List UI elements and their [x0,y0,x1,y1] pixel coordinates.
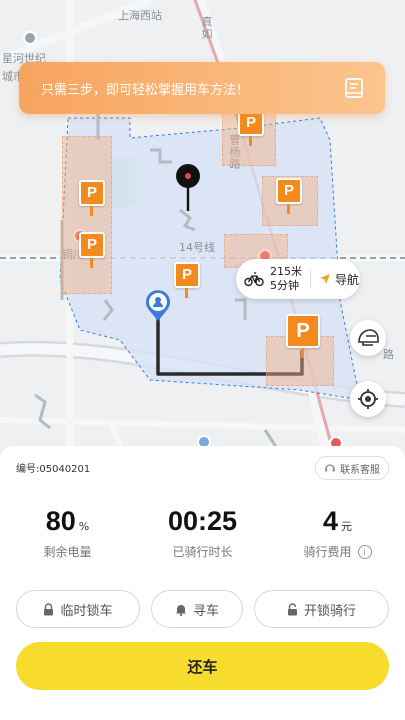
temp-lock-button[interactable]: 临时锁车 [16,590,140,628]
map-view[interactable]: 上海西站 真如 星河世纪 城市 曹杨路 14号线 铜川 路 P P P P P … [0,0,405,470]
return-bike-button[interactable]: 还车 [16,642,389,690]
unlock-ride-label: 开锁骑行 [303,603,356,619]
find-bike-button[interactable]: 寻车 [151,590,243,628]
map-label-line14: 14号线 [179,241,215,254]
parking-icon: P [79,232,105,258]
map-label-right-edge: 路 [383,348,394,361]
helmet-button[interactable] [350,320,386,356]
battery-stat: 80% 剩余电量 [0,506,135,560]
navigate-button[interactable]: 导航 [319,271,359,288]
route-distance: 215米 [270,265,302,278]
user-location-icon [146,290,170,321]
find-bike-label: 寻车 [192,603,219,619]
parking-icon: P [174,262,200,288]
map-label-road-top: 真如 [200,16,213,40]
fee-stat: 4元 骑行费用 i [270,506,405,560]
route-duration: 5分钟 [270,279,299,292]
map-label-station: 上海西站 [118,9,162,22]
guide-banner-text: 只需三步，即可轻松掌握用车方法！ [41,82,250,98]
route-info: 215米 5分钟 [270,265,302,293]
divider [310,270,311,288]
navigate-label: 导航 [335,272,360,287]
contact-service-button[interactable]: 联系客服 [315,456,389,480]
unlock-icon [287,602,297,615]
guide-book-icon [345,78,363,98]
navigation-bubble: 215米 5分钟 导航 [236,259,360,299]
locate-button[interactable] [350,381,386,417]
bell-icon [175,604,186,616]
duration-stat: 00:25 已骑行时长 [135,506,270,560]
fee-info-icon[interactable]: i [357,544,372,559]
ride-panel: 编号:05040201 联系客服 80% 剩余电量 00:25 已骑行时长 4元… [0,446,405,720]
parking-icon: P [276,178,302,204]
bike-icon [244,272,264,287]
fee-value: 4 [322,506,339,536]
headset-icon [325,464,335,472]
bike-id: 编号:05040201 [16,464,91,475]
guide-banner[interactable]: 只需三步，即可轻松掌握用车方法！ [19,62,385,114]
battery-value: 80 [45,506,76,536]
crosshair-icon [358,389,378,409]
fee-label: 骑行费用 [303,545,352,559]
duration-value: 00:25 [167,506,238,536]
helmet-icon [358,329,379,346]
navigate-arrow-icon [320,274,330,284]
battery-unit: % [78,520,90,533]
unlock-ride-button[interactable]: 开锁骑行 [254,590,389,628]
parking-icon: P [79,180,105,206]
duration-label: 已骑行时长 [172,545,233,559]
temp-lock-label: 临时锁车 [60,603,113,619]
fee-unit: 元 [341,520,353,533]
map-pin-icon[interactable] [175,163,201,213]
lock-icon [44,602,54,615]
battery-label: 剩余电量 [43,545,92,559]
contact-service-label: 联系客服 [340,464,380,476]
parking-icon: P [286,314,320,348]
